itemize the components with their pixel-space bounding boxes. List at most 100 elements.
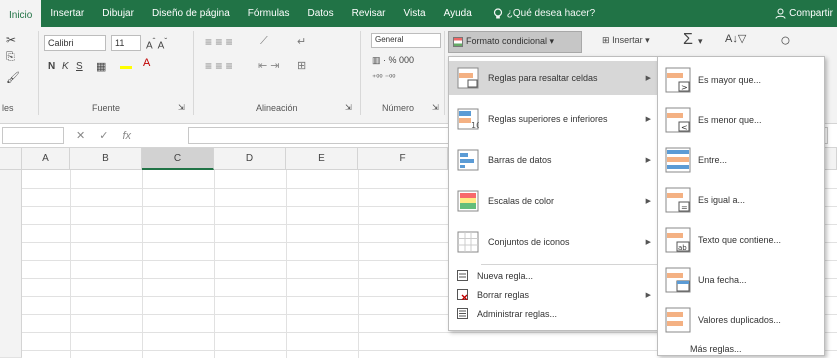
menu-item-color-scales[interactable]: Escalas de color ▶	[449, 184, 657, 218]
duplicate-values-icon	[665, 307, 691, 333]
decimals-icon[interactable]: ⁺⁰⁰ ⁻⁰⁰	[372, 73, 396, 82]
menu-item-highlight-rules[interactable]: Reglas para resaltar celdas ▶	[449, 61, 657, 95]
equal-to-icon: =	[665, 187, 691, 213]
conditional-format-label: Formato condicional	[466, 36, 548, 46]
submenu-item-between[interactable]: Entre...	[658, 141, 824, 179]
submenu-item-less-than[interactable]: < Es menor que...	[658, 101, 824, 139]
column-header[interactable]: A	[22, 148, 70, 170]
chevron-right-icon: ▶	[645, 198, 651, 205]
tab-diseno-pagina[interactable]: Diseño de página	[143, 0, 239, 27]
underline-button[interactable]: S	[76, 61, 83, 72]
tab-dibujar[interactable]: Dibujar	[93, 0, 143, 27]
submenu-item-label: Una fecha...	[698, 275, 747, 285]
more-rules-link[interactable]: Más reglas...	[690, 344, 742, 354]
conditional-format-button[interactable]: Formato condicional ▾	[448, 31, 582, 53]
menu-item-label: Nueva regla...	[477, 270, 534, 281]
column-header[interactable]: D	[214, 148, 286, 170]
submenu-item-text-contains[interactable]: ab Texto que contiene...	[658, 221, 824, 259]
currency-icon[interactable]: ▥ · % 000	[372, 55, 414, 66]
bold-button[interactable]: N	[48, 61, 55, 72]
orientation-icon[interactable]: ⟋	[260, 35, 268, 48]
number-format-select[interactable]: General	[371, 33, 441, 48]
tab-vista[interactable]: Vista	[395, 0, 435, 27]
font-launcher-icon[interactable]: ⇲	[178, 103, 185, 112]
group-separator	[360, 31, 361, 115]
tab-ayuda[interactable]: Ayuda	[435, 0, 481, 27]
chevron-right-icon: ▶	[645, 291, 651, 299]
tab-formulas[interactable]: Fórmulas	[239, 0, 299, 27]
column-header[interactable]: F	[358, 148, 448, 170]
tab-inicio[interactable]: Inicio	[0, 0, 42, 27]
svg-text:ab: ab	[678, 244, 687, 252]
font-color-icon[interactable]: A	[143, 57, 150, 69]
wrap-text-icon[interactable]: ↵	[297, 35, 306, 48]
svg-text:>: >	[681, 83, 688, 92]
submenu-item-label: Es igual a...	[698, 195, 746, 205]
autosum-icon[interactable]: Σ	[683, 31, 693, 49]
submenu-item-equal-to[interactable]: = Es igual a...	[658, 181, 824, 219]
italic-button[interactable]: K	[62, 61, 69, 72]
menu-item-label: Borrar reglas	[477, 289, 530, 300]
column-header[interactable]: E	[286, 148, 358, 170]
alignment-launcher-icon[interactable]: ⇲	[345, 103, 352, 112]
font-name-select[interactable]: Calibri	[44, 35, 106, 51]
formula-bar-controls: ✕ ✓ fx	[66, 127, 186, 144]
number-launcher-icon[interactable]: ⇲	[432, 103, 439, 112]
tab-revisar[interactable]: Revisar	[343, 0, 395, 27]
submenu-item-date-occurring[interactable]: Una fecha...	[658, 261, 824, 299]
menu-item-label: Reglas para resaltar celdas	[488, 73, 598, 83]
submenu-item-greater-than[interactable]: > Es mayor que...	[658, 61, 824, 99]
submenu-item-label: Texto que contiene...	[698, 235, 782, 245]
enter-icon[interactable]: ✓	[99, 129, 108, 142]
manage-rules-icon	[457, 308, 468, 319]
group-label-clipboard: les	[2, 103, 14, 113]
cancel-icon[interactable]: ✕	[76, 129, 85, 142]
font-grow-icon[interactable]: Aˆ Aˇ	[146, 36, 167, 51]
tell-me-box[interactable]: ¿Qué desea hacer?	[487, 7, 601, 20]
find-select-icon[interactable]: ○	[780, 30, 791, 51]
menu-item-manage-rules[interactable]: Administrar reglas...	[449, 305, 657, 322]
autosum-dropdown[interactable]: ▾	[698, 36, 703, 47]
sort-filter-icon[interactable]: A↓▽	[725, 32, 746, 45]
insert-cells-label: Insertar	[612, 35, 643, 45]
chevron-right-icon: ▶	[645, 239, 651, 246]
between-icon	[665, 147, 691, 173]
group-label-font: Fuente	[92, 103, 121, 113]
align-left-icon[interactable]: ≡ ≡ ≡	[205, 59, 233, 73]
clear-rules-icon	[457, 289, 468, 300]
borders-icon[interactable]: ▦	[96, 60, 106, 73]
indent-icon[interactable]: ⇤ ⇥	[258, 59, 280, 72]
column-header[interactable]: C	[142, 148, 214, 170]
font-size-select[interactable]: 11	[111, 35, 141, 51]
menu-item-clear-rules[interactable]: Borrar reglas ▶	[449, 286, 657, 303]
data-bars-icon	[457, 149, 479, 171]
row-headers[interactable]	[0, 170, 22, 358]
column-header[interactable]: B	[70, 148, 142, 170]
menu-item-icon-sets[interactable]: Conjuntos de iconos ▶	[449, 225, 657, 259]
menu-item-label: Conjuntos de iconos	[488, 237, 570, 247]
fx-icon[interactable]: fx	[122, 130, 131, 142]
chevron-down-icon: ▾	[547, 36, 555, 46]
insert-cells-button[interactable]: ⊞ Insertar ▾	[602, 35, 650, 46]
copy-icon[interactable]: ⎘	[6, 51, 15, 64]
tab-insertar[interactable]: Insertar	[41, 0, 93, 27]
format-painter-icon[interactable]: 🖌	[6, 71, 20, 84]
menu-separator	[481, 264, 657, 265]
text-contains-icon: ab	[665, 227, 691, 253]
menu-item-data-bars[interactable]: Barras de datos ▶	[449, 143, 657, 177]
submenu-item-label: Entre...	[698, 155, 728, 165]
fill-color-icon[interactable]	[120, 59, 132, 69]
align-top-icon[interactable]: ≡ ≡ ≡	[205, 35, 233, 49]
menu-item-new-rule[interactable]: Nueva regla...	[449, 267, 657, 284]
chevron-right-icon: ▶	[645, 157, 651, 164]
gridline	[286, 170, 287, 358]
name-box[interactable]	[2, 127, 64, 144]
top-bottom-rules-icon: 10	[457, 108, 479, 130]
merge-center-icon[interactable]: ⊞	[297, 59, 306, 72]
share-button[interactable]: Compartir	[775, 0, 837, 27]
cut-icon[interactable]: ✂	[6, 33, 16, 47]
menu-item-top-bottom-rules[interactable]: 10 Reglas superiores e inferiores ▶	[449, 102, 657, 136]
tab-datos[interactable]: Datos	[298, 0, 342, 27]
select-all-corner[interactable]	[0, 148, 22, 170]
submenu-item-duplicate-values[interactable]: Valores duplicados...	[658, 301, 824, 339]
